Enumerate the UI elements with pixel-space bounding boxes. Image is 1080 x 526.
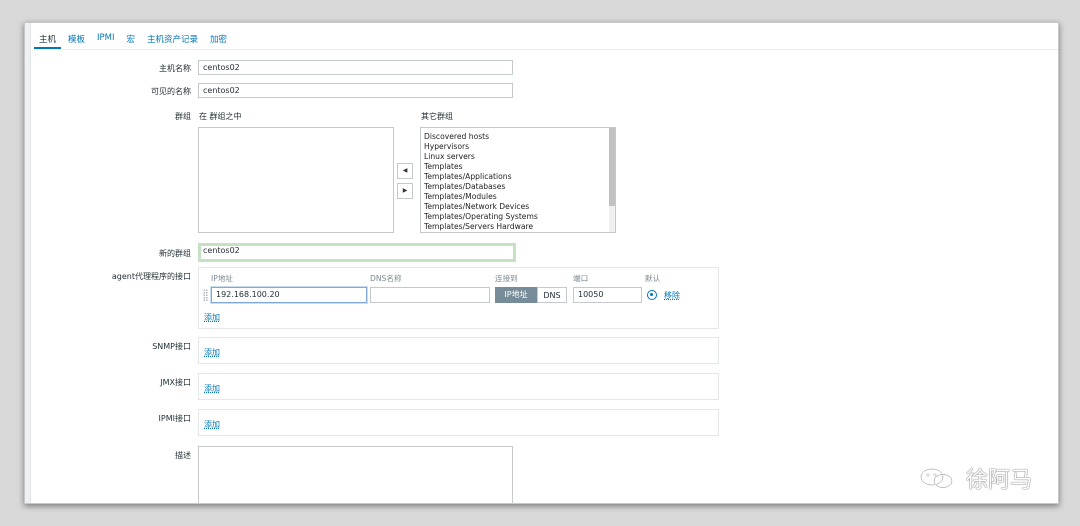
move-left-button[interactable]: ◀ bbox=[397, 163, 413, 179]
groups-label: 群组 bbox=[175, 112, 191, 121]
tab-bar: 主机 模板 IPMI 宏 主机资产记录 加密 bbox=[34, 31, 234, 49]
list-item[interactable]: Templates bbox=[421, 162, 615, 172]
wechat-logo-icon bbox=[920, 468, 953, 489]
watermark-text: 徐阿马 bbox=[966, 468, 1033, 493]
add-ipmi-link[interactable]: 添加 bbox=[204, 419, 220, 430]
list-item[interactable]: Hypervisors bbox=[421, 142, 615, 152]
tab-encryption[interactable]: 加密 bbox=[205, 31, 232, 49]
tab-host[interactable]: 主机 bbox=[34, 31, 62, 49]
agent-interfaces-panel: IP地址 DNS名称 连接到 端口 默认 192.168.100.20 IP地址… bbox=[198, 267, 719, 329]
description-textarea[interactable] bbox=[198, 446, 513, 503]
dns-name-input[interactable] bbox=[370, 287, 490, 303]
listbox-scrollbar[interactable] bbox=[609, 128, 615, 232]
drag-handle-icon[interactable] bbox=[203, 289, 208, 301]
list-item[interactable]: Templates/Network Devices bbox=[421, 202, 615, 212]
list-item[interactable]: Linux servers bbox=[421, 152, 615, 162]
other-groups-label: 其它群组 bbox=[421, 112, 453, 121]
remove-interface-link[interactable]: 移除 bbox=[664, 290, 680, 301]
col-default-header: 默认 bbox=[645, 274, 661, 283]
col-dns-header: DNS名称 bbox=[370, 274, 402, 283]
triangle-left-icon: ◀ bbox=[402, 167, 408, 174]
list-item[interactable]: Templates/Operating Systems bbox=[421, 212, 615, 222]
host-name-label: 主机名称 bbox=[159, 64, 191, 73]
jmx-panel: 添加 bbox=[198, 373, 719, 400]
add-jmx-link[interactable]: 添加 bbox=[204, 383, 220, 394]
description-label: 描述 bbox=[175, 451, 191, 460]
agent-interfaces-label: agent代理程序的接口 bbox=[111, 272, 191, 281]
host-config-window: 主机 模板 IPMI 宏 主机资产记录 加密 主机名称 centos02 可见的… bbox=[24, 22, 1059, 504]
visible-name-label: 可见的名称 bbox=[151, 87, 191, 96]
triangle-right-icon: ▶ bbox=[402, 187, 408, 194]
jmx-label: JMX接口 bbox=[160, 378, 191, 387]
list-item[interactable]: Templates/Databases bbox=[421, 182, 615, 192]
new-group-label: 新的群组 bbox=[159, 249, 191, 258]
scrollbar-thumb[interactable] bbox=[609, 128, 615, 206]
snmp-panel: 添加 bbox=[198, 337, 719, 364]
col-connect-header: 连接到 bbox=[495, 274, 518, 283]
list-item[interactable]: Templates/Applications bbox=[421, 172, 615, 182]
col-ip-header: IP地址 bbox=[211, 274, 234, 283]
tab-underline bbox=[34, 49, 1058, 50]
other-groups-listbox[interactable]: Discovered hosts Hypervisors Linux serve… bbox=[420, 127, 616, 233]
list-item[interactable]: Templates/Modules bbox=[421, 192, 615, 202]
list-item[interactable]: Templates/Servers Hardware bbox=[421, 222, 615, 232]
in-groups-label: 在 群组之中 bbox=[199, 112, 242, 121]
tab-macros[interactable]: 宏 bbox=[122, 31, 141, 49]
tab-ipmi[interactable]: IPMI bbox=[92, 31, 119, 49]
add-agent-interface-link[interactable]: 添加 bbox=[204, 312, 220, 323]
host-name-input[interactable]: centos02 bbox=[198, 60, 513, 75]
tab-inventory[interactable]: 主机资产记录 bbox=[142, 31, 203, 49]
list-item[interactable]: Discovered hosts bbox=[421, 132, 615, 142]
port-input[interactable]: 10050 bbox=[573, 287, 642, 303]
connect-ip-button[interactable]: IP地址 bbox=[495, 287, 537, 303]
ipmi-panel: 添加 bbox=[198, 409, 719, 436]
left-sidebar-strip bbox=[25, 23, 31, 503]
ip-address-input[interactable]: 192.168.100.20 bbox=[211, 287, 367, 303]
ipmi-label: IPMI接口 bbox=[158, 414, 191, 423]
snmp-label: SNMP接口 bbox=[152, 342, 191, 351]
visible-name-input[interactable]: centos02 bbox=[198, 83, 513, 98]
default-interface-radio[interactable] bbox=[647, 290, 657, 300]
col-port-header: 端口 bbox=[573, 274, 589, 283]
new-group-input[interactable]: centos02 bbox=[198, 243, 516, 262]
in-groups-listbox[interactable] bbox=[198, 127, 394, 233]
tab-templates[interactable]: 模板 bbox=[63, 31, 90, 49]
add-snmp-link[interactable]: 添加 bbox=[204, 347, 220, 358]
move-right-button[interactable]: ▶ bbox=[397, 183, 413, 199]
connect-dns-button[interactable]: DNS bbox=[537, 287, 567, 303]
